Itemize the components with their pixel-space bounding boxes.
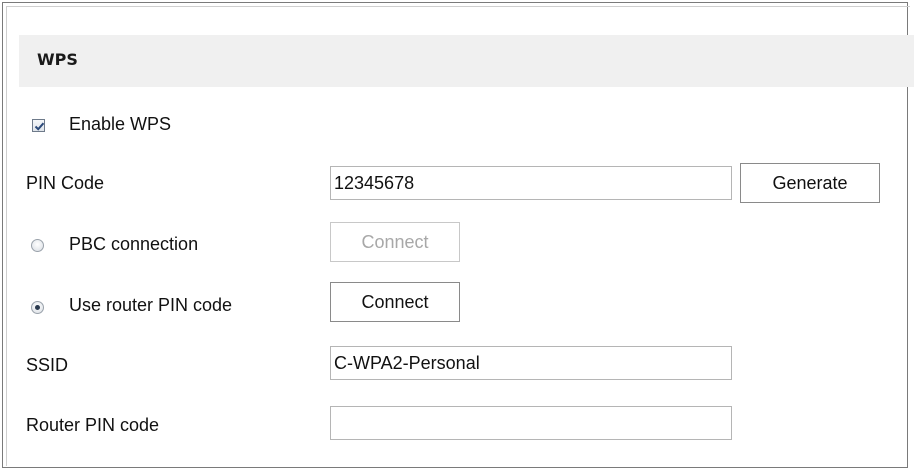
router-pin-code-input[interactable] [330,406,732,440]
ssid-label: SSID [26,355,69,375]
router-pin-connect-button[interactable]: Connect [330,282,460,322]
checkmark-icon [34,122,45,131]
pbc-connect-button[interactable]: Connect [330,222,460,262]
panel-divider-left [6,6,7,466]
section-header [19,35,914,87]
panel-divider-top [6,6,910,7]
pin-code-input[interactable] [330,166,732,200]
ssid-input[interactable] [330,346,732,380]
pbc-connection-label: PBC connection [69,234,199,254]
generate-button[interactable]: Generate [740,163,880,203]
enable-wps-checkbox[interactable] [32,119,45,132]
section-title: WPS [37,50,78,69]
router-pin-code-label: Router PIN code [26,415,160,435]
pbc-connection-radio[interactable] [31,239,44,252]
use-router-pin-label: Use router PIN code [69,295,233,315]
use-router-pin-radio[interactable] [31,301,44,314]
pin-code-label: PIN Code [26,173,105,193]
enable-wps-label: Enable WPS [69,114,172,134]
